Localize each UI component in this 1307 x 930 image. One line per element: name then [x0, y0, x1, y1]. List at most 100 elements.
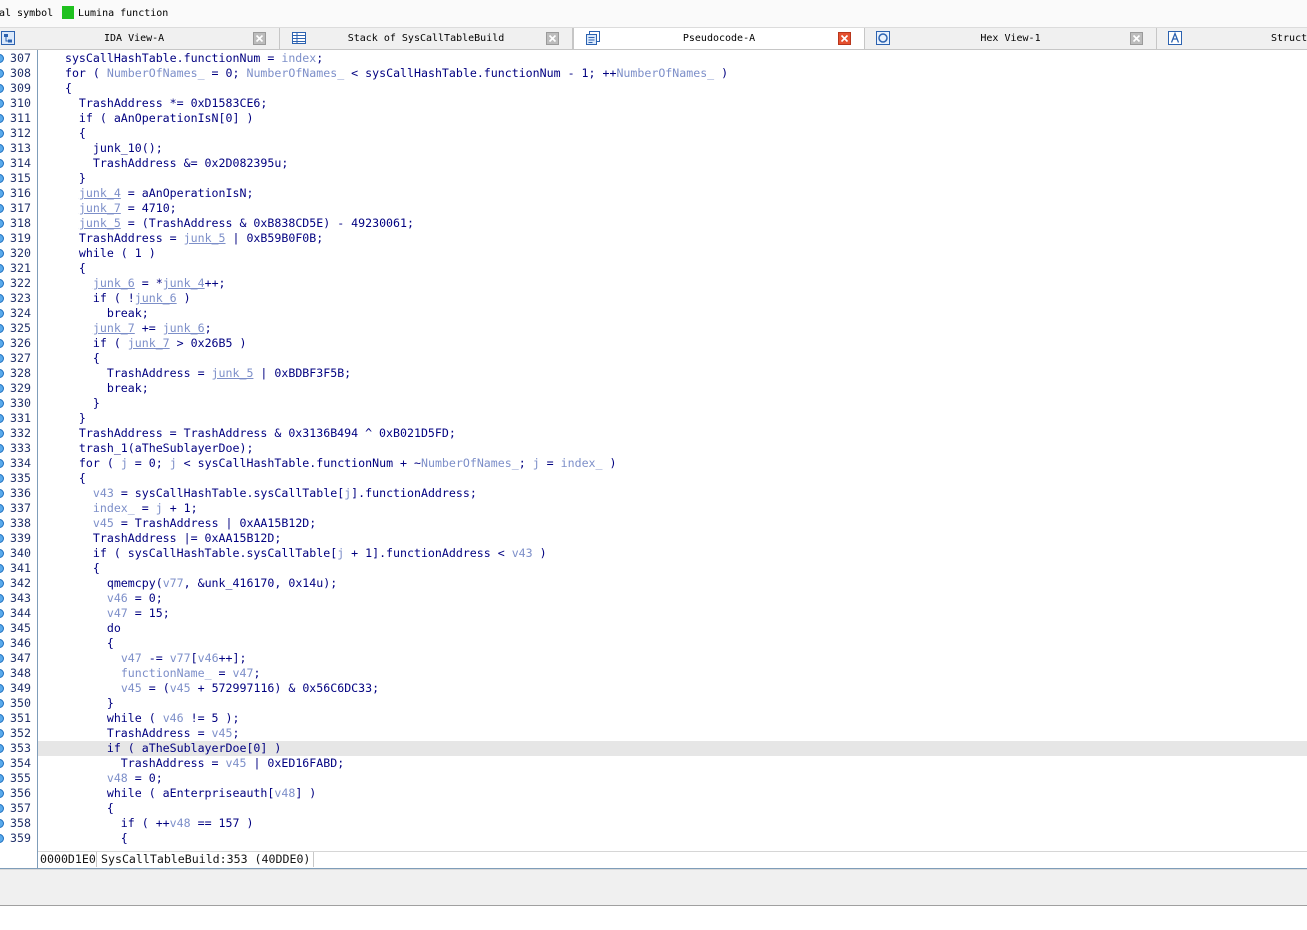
code-line[interactable]: TrashAddress = junk_5 | 0xB59B0F0B;: [38, 231, 1307, 246]
line-marker-icon[interactable]: [0, 264, 4, 273]
line-marker-icon[interactable]: [0, 339, 4, 348]
local-variable[interactable]: v77: [163, 576, 184, 590]
line-marker-icon[interactable]: [0, 744, 4, 753]
code-line[interactable]: while ( aEnterpriseauth[v48] ): [38, 786, 1307, 801]
local-variable[interactable]: NumberOfNames_: [246, 66, 344, 80]
local-variable[interactable]: v48: [107, 771, 128, 785]
local-variable[interactable]: v46: [107, 591, 128, 605]
local-variable[interactable]: junk_4: [163, 276, 205, 290]
code-line[interactable]: v47 -= v77[v46++];: [38, 651, 1307, 666]
local-variable[interactable]: j: [533, 456, 540, 470]
line-marker-icon[interactable]: [0, 669, 4, 678]
tab-structures[interactable]: Struct: [1157, 28, 1307, 49]
line-marker-icon[interactable]: [0, 114, 4, 123]
local-variable[interactable]: NumberOfNames_: [421, 456, 519, 470]
local-variable[interactable]: v46: [163, 711, 184, 725]
line-marker-icon[interactable]: [0, 609, 4, 618]
local-variable[interactable]: v43: [512, 546, 533, 560]
local-variable[interactable]: v47: [233, 666, 254, 680]
code-line[interactable]: break;: [38, 381, 1307, 396]
local-variable[interactable]: junk_6: [163, 321, 205, 335]
line-marker-icon[interactable]: [0, 759, 4, 768]
local-variable[interactable]: v45: [212, 726, 233, 740]
code-line[interactable]: break;: [38, 306, 1307, 321]
code-line[interactable]: if ( !junk_6 ): [38, 291, 1307, 306]
code-line[interactable]: v48 = 0;: [38, 771, 1307, 786]
tab-pseudocode-a[interactable]: Pseudocode-A: [573, 28, 865, 49]
code-line[interactable]: junk_4 = aAnOperationIsN;: [38, 186, 1307, 201]
code-line[interactable]: {: [38, 801, 1307, 816]
code-line[interactable]: }: [38, 396, 1307, 411]
local-variable[interactable]: v47: [121, 651, 142, 665]
local-variable[interactable]: junk_6: [135, 291, 177, 305]
local-variable[interactable]: NumberOfNames_: [616, 66, 714, 80]
code-line[interactable]: {: [38, 81, 1307, 96]
code-line[interactable]: if ( junk_7 > 0x26B5 ): [38, 336, 1307, 351]
local-variable[interactable]: junk_6: [93, 276, 135, 290]
code-line[interactable]: {: [38, 831, 1307, 846]
code-line[interactable]: }: [38, 696, 1307, 711]
local-variable[interactable]: junk_7: [93, 321, 135, 335]
local-variable[interactable]: v43: [93, 486, 114, 500]
line-marker-icon[interactable]: [0, 294, 4, 303]
local-variable[interactable]: junk_4: [79, 186, 121, 200]
code-line[interactable]: TrashAddress = junk_5 | 0xBDBF3F5B;: [38, 366, 1307, 381]
local-variable[interactable]: v46: [198, 651, 219, 665]
code-line[interactable]: TrashAddress &= 0x2D082395u;: [38, 156, 1307, 171]
code-line[interactable]: TrashAddress = v45;: [38, 726, 1307, 741]
line-marker-icon[interactable]: [0, 159, 4, 168]
line-marker-icon[interactable]: [0, 189, 4, 198]
code-line[interactable]: trash_1(aTheSublayerDoe);: [38, 441, 1307, 456]
close-icon[interactable]: [1130, 32, 1143, 45]
code-line[interactable]: {: [38, 471, 1307, 486]
code-line[interactable]: {: [38, 561, 1307, 576]
local-variable[interactable]: v45: [170, 681, 191, 695]
line-marker-icon[interactable]: [0, 549, 4, 558]
line-marker-icon[interactable]: [0, 384, 4, 393]
local-variable[interactable]: index: [281, 51, 316, 65]
line-marker-icon[interactable]: [0, 774, 4, 783]
code-line[interactable]: sysCallHashTable.functionNum = index;: [38, 51, 1307, 66]
code-line[interactable]: v47 = 15;: [38, 606, 1307, 621]
line-marker-icon[interactable]: [0, 399, 4, 408]
code-line[interactable]: v43 = sysCallHashTable.sysCallTable[j].f…: [38, 486, 1307, 501]
local-variable[interactable]: index_: [561, 456, 603, 470]
line-marker-icon[interactable]: [0, 99, 4, 108]
line-marker-icon[interactable]: [0, 369, 4, 378]
line-marker-icon[interactable]: [0, 504, 4, 513]
line-marker-icon[interactable]: [0, 249, 4, 258]
code-line[interactable]: junk_7 = 4710;: [38, 201, 1307, 216]
line-marker-icon[interactable]: [0, 684, 4, 693]
code-line[interactable]: junk_5 = (TrashAddress & 0xB838CD5E) - 4…: [38, 216, 1307, 231]
current-code-line[interactable]: if ( aTheSublayerDoe[0] ): [38, 741, 1307, 756]
code-line[interactable]: for ( NumberOfNames_ = 0; NumberOfNames_…: [38, 66, 1307, 81]
line-marker-icon[interactable]: [0, 354, 4, 363]
tab-hex-view-1[interactable]: Hex View-1: [865, 28, 1157, 49]
code-line[interactable]: do: [38, 621, 1307, 636]
line-marker-icon[interactable]: [0, 144, 4, 153]
code-line[interactable]: index_ = j + 1;: [38, 501, 1307, 516]
code-line[interactable]: junk_10();: [38, 141, 1307, 156]
line-marker-icon[interactable]: [0, 54, 4, 63]
line-marker-icon[interactable]: [0, 819, 4, 828]
local-variable[interactable]: junk_7: [128, 336, 170, 350]
code-line[interactable]: v45 = TrashAddress | 0xAA15B12D;: [38, 516, 1307, 531]
line-marker-icon[interactable]: [0, 129, 4, 138]
local-variable[interactable]: j: [156, 501, 163, 515]
code-line[interactable]: }: [38, 171, 1307, 186]
line-marker-icon[interactable]: [0, 804, 4, 813]
line-marker-icon[interactable]: [0, 714, 4, 723]
line-marker-icon[interactable]: [0, 789, 4, 798]
local-variable[interactable]: functionName_: [121, 666, 212, 680]
local-variable[interactable]: junk_5: [212, 366, 254, 380]
code-line[interactable]: TrashAddress |= 0xAA15B12D;: [38, 531, 1307, 546]
local-variable[interactable]: v45: [93, 516, 114, 530]
line-marker-icon[interactable]: [0, 519, 4, 528]
local-variable[interactable]: v45: [121, 681, 142, 695]
line-marker-icon[interactable]: [0, 639, 4, 648]
local-variable[interactable]: junk_5: [184, 231, 226, 245]
code-line[interactable]: while ( 1 ): [38, 246, 1307, 261]
local-variable[interactable]: v47: [107, 606, 128, 620]
line-marker-icon[interactable]: [0, 414, 4, 423]
line-marker-icon[interactable]: [0, 699, 4, 708]
